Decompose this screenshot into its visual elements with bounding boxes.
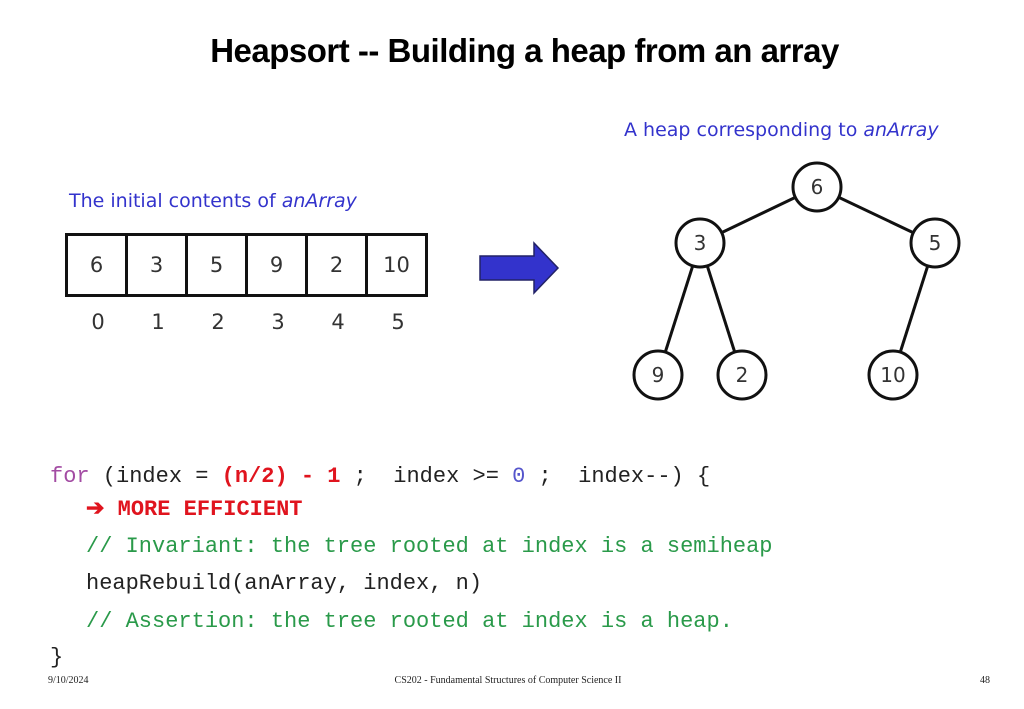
tree-node-label: 5 [929, 231, 942, 255]
array-cell: 5 [188, 236, 248, 294]
tree-node-label: 2 [736, 363, 749, 387]
code-text: ; index--) { [525, 464, 711, 489]
efficiency-note: MORE EFFICIENT [104, 497, 303, 522]
code-comment-assertion: // Assertion: the tree rooted at index i… [86, 609, 733, 634]
array-caption-emph: anArray [281, 190, 357, 212]
array-caption: The initial contents of anArray [69, 190, 357, 212]
tree-node-label: 9 [652, 363, 665, 387]
array-indices: 0 1 2 3 4 5 [68, 310, 428, 334]
tree-node-label: 6 [811, 175, 824, 199]
array-cell: 6 [68, 236, 128, 294]
heap-tree-diagram: 6 3 5 9 2 10 [632, 161, 961, 401]
code-line-for: for (index = (n/2) - 1 ; index >= 0 ; in… [50, 464, 710, 489]
array-caption-text: The initial contents of [69, 190, 282, 212]
tree-node: 2 [716, 349, 768, 401]
code-line-note: ➔ MORE EFFICIENT [86, 496, 302, 522]
code-text: ; index >= [340, 464, 513, 489]
array-index: 4 [331, 310, 345, 334]
code-text: (index = [89, 464, 222, 489]
right-arrow-shape [479, 241, 560, 295]
footer-course: CS202 - Fundamental Structures of Comput… [394, 675, 622, 686]
heap-caption: A heap corresponding to anArray [624, 119, 939, 141]
code-init-expression: (n/2) - 1 [221, 464, 341, 489]
tree-node: 9 [632, 349, 684, 401]
tree-node-label: 10 [880, 363, 905, 387]
tree-node: 3 [674, 217, 726, 269]
footer-page-number: 48 [980, 675, 990, 686]
code-number-zero: 0 [512, 464, 526, 489]
array-cell: 9 [248, 236, 308, 294]
code-keyword-for: for [50, 464, 90, 489]
arrow-icon: ➔ [86, 497, 105, 522]
tree-node: 6 [791, 161, 843, 213]
heap-caption-emph: anArray [863, 119, 939, 141]
array-diagram: 6 3 5 9 2 10 [65, 233, 428, 297]
array-cell: 10 [383, 253, 410, 277]
array-cell: 2 [308, 236, 368, 294]
heap-caption-text: A heap corresponding to [624, 119, 864, 141]
tree-node: 10 [867, 349, 919, 401]
array-index: 2 [211, 310, 225, 334]
code-closing-brace: } [50, 645, 64, 670]
array-cell: 3 [128, 236, 188, 294]
tree-node-label: 3 [694, 231, 707, 255]
array-index: 5 [391, 310, 405, 334]
slide-title: Heapsort -- Building a heap from an arra… [210, 32, 839, 69]
tree-node: 5 [909, 217, 961, 269]
code-comment-invariant: // Invariant: the tree rooted at index i… [86, 534, 773, 559]
array-index: 1 [151, 310, 165, 334]
array-index: 3 [271, 310, 285, 334]
array-index: 0 [91, 310, 105, 334]
code-line-heaprebuild: heapRebuild(anArray, index, n) [86, 571, 483, 596]
right-arrow-icon [479, 241, 560, 295]
